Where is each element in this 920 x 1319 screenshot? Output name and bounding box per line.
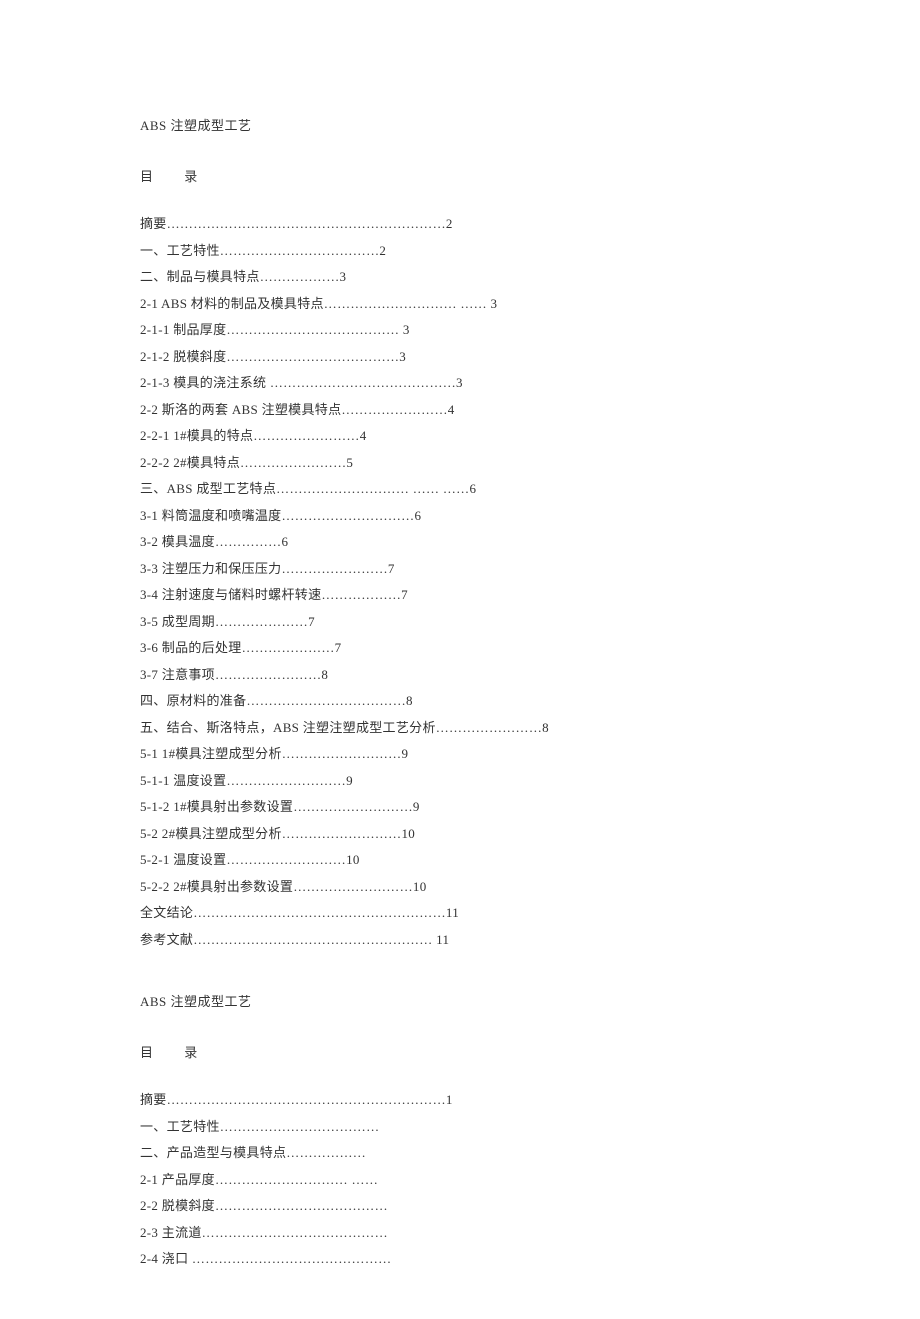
toc-entry: 2-2-2 2#模具特点……………………5 (140, 456, 780, 469)
doc-title: ABS 注塑成型工艺 (140, 991, 780, 1010)
toc-heading: 目 录 (140, 166, 780, 185)
toc-entry: 摘要………………………………………………………2 (140, 217, 780, 230)
toc-entry: 2-1 产品厚度………………………… …… (140, 1173, 780, 1186)
toc-entry: 5-2-1 温度设置………………………10 (140, 853, 780, 866)
toc-entry: 摘要………………………………………………………1 (140, 1093, 780, 1106)
toc-entry: 5-2-2 2#模具射出参数设置………………………10 (140, 880, 780, 893)
section-divider (140, 959, 780, 991)
toc-entry: 2-2-1 1#模具的特点……………………4 (140, 429, 780, 442)
toc-entry: 2-1 ABS 材料的制品及模具特点………………………… …… 3 (140, 297, 780, 310)
toc-entry: 一、工艺特性………………………………2 (140, 244, 780, 257)
toc-entry: 全文结论…………………………………………………11 (140, 906, 780, 919)
toc-entry: 五、结合、斯洛特点，ABS 注塑注塑成型工艺分析……………………8 (140, 721, 780, 734)
toc-entry: 2-2 脱模斜度………………………………… (140, 1199, 780, 1212)
toc-entry: 5-2 2#模具注塑成型分析………………………10 (140, 827, 780, 840)
toc-entry: 3-6 制品的后处理…………………7 (140, 641, 780, 654)
toc-entry: 3-1 料筒温度和喷嘴温度…………………………6 (140, 509, 780, 522)
toc-entry: 5-1 1#模具注塑成型分析………………………9 (140, 747, 780, 760)
toc-entry: 3-4 注射速度与储料时螺杆转速………………7 (140, 588, 780, 601)
toc-entry: 3-5 成型周期…………………7 (140, 615, 780, 628)
toc-entry: 三、ABS 成型工艺特点………………………… …… ……6 (140, 482, 780, 495)
document-section-1: ABS 注塑成型工艺 目 录 摘要………………………………………………………2 … (140, 115, 780, 946)
toc-entry: 2-1-2 脱模斜度…………………………………3 (140, 350, 780, 363)
toc-entry: 5-1-2 1#模具射出参数设置………………………9 (140, 800, 780, 813)
doc-title: ABS 注塑成型工艺 (140, 115, 780, 134)
toc-entry: 2-3 主流道…………………………………… (140, 1226, 780, 1239)
toc-entry: 3-2 模具温度……………6 (140, 535, 780, 548)
toc-entry: 参考文献……………………………………………… 11 (140, 933, 780, 946)
toc-entry: 二、制品与模具特点………………3 (140, 270, 780, 283)
document-section-2: ABS 注塑成型工艺 目 录 摘要………………………………………………………1 … (140, 991, 780, 1265)
toc-entry: 2-1-3 模具的浇注系统 ……………………………………3 (140, 376, 780, 389)
toc-entry: 5-1-1 温度设置………………………9 (140, 774, 780, 787)
toc-entry: 2-4 浇口 ……………………………………… (140, 1252, 780, 1265)
toc-entry: 2-2 斯洛的两套 ABS 注塑模具特点……………………4 (140, 403, 780, 416)
toc-entry: 2-1-1 制品厚度………………………………… 3 (140, 323, 780, 336)
toc-heading: 目 录 (140, 1042, 780, 1061)
toc-entry: 二、产品造型与模具特点……………… (140, 1146, 780, 1159)
toc-entry: 3-3 注塑压力和保压压力……………………7 (140, 562, 780, 575)
toc-entry: 一、工艺特性……………………………… (140, 1120, 780, 1133)
toc-entry: 四、原材料的准备………………………………8 (140, 694, 780, 707)
toc-entry: 3-7 注意事项……………………8 (140, 668, 780, 681)
